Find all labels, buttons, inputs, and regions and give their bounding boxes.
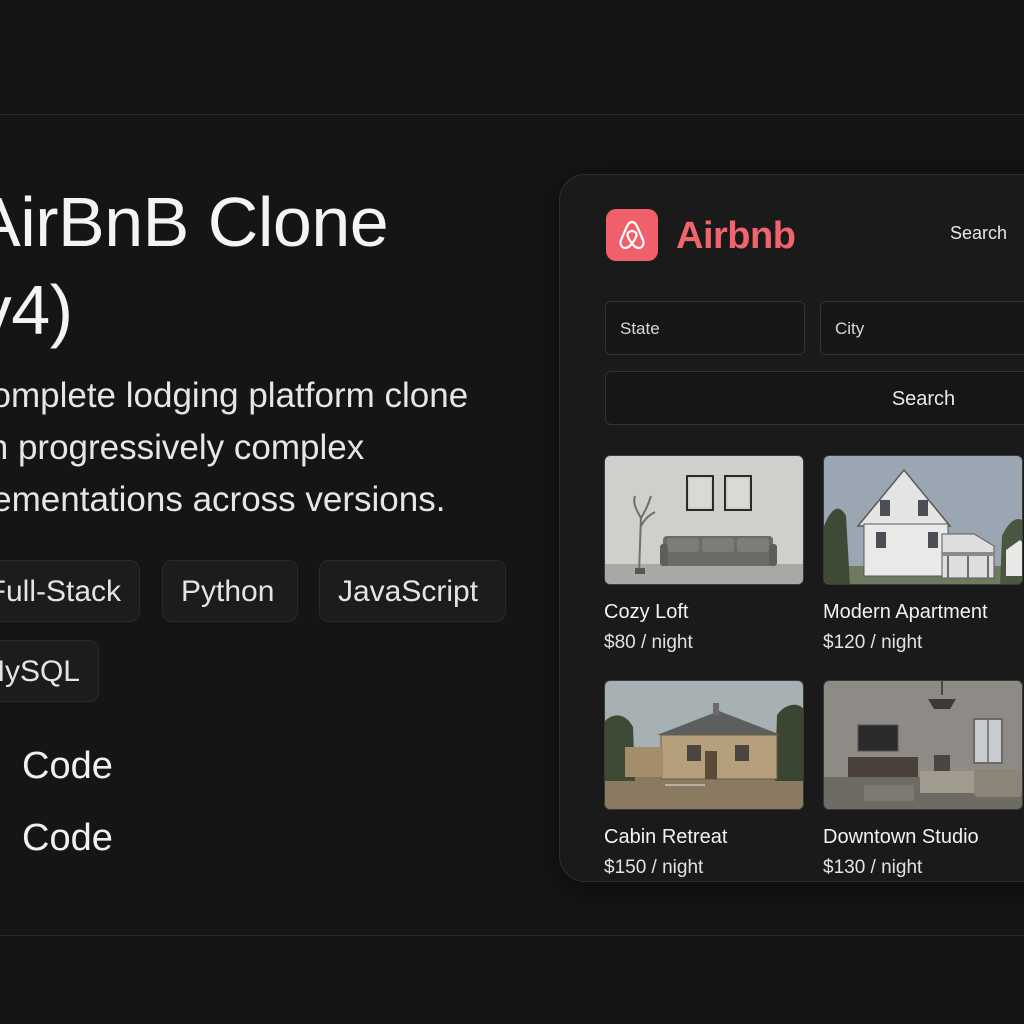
search-button[interactable]: Search — [605, 371, 1024, 425]
tag-mysql: MySQL — [0, 640, 99, 702]
listing-price: $80 / night — [604, 632, 693, 653]
brand-name[interactable]: Airbnb — [676, 213, 796, 259]
listing-name: Cabin Retreat — [604, 826, 728, 848]
listing-name: Downtown Studio — [823, 826, 979, 848]
project-title-line2: (v4) — [0, 271, 73, 349]
tag-javascript: JavaScript — [319, 560, 506, 622]
listing-card[interactable]: Cozy Loft $80 / night — [604, 455, 804, 656]
studio-interior-photo[interactable] — [823, 680, 1023, 810]
listing-card[interactable]: Modern Apartment $120 / night — [823, 455, 1023, 656]
listing-price: $120 / night — [823, 632, 923, 653]
listing-card[interactable]: Cabin Retreat $150 / night — [604, 680, 804, 881]
tag-full-stack: Full-Stack — [0, 560, 140, 622]
code-link[interactable]: Code — [22, 743, 113, 789]
city-input[interactable]: City — [820, 301, 1024, 355]
tag-python: Python — [162, 560, 298, 622]
state-input[interactable]: State — [605, 301, 805, 355]
project-title-line1: AirBnB Clone — [0, 183, 389, 261]
listing-price: $150 / night — [604, 857, 704, 878]
airbnb-logo-icon[interactable] — [606, 209, 658, 261]
listing-name: Cozy Loft — [604, 601, 689, 623]
cabin-photo[interactable] — [604, 680, 804, 810]
listing-name: Modern Apartment — [823, 601, 988, 623]
living-room-photo[interactable] — [604, 455, 804, 585]
description-line2: with progressively complex — [0, 428, 365, 467]
project-showcase-frame: AirBnB Clone (v4) complete lodging platf… — [0, 0, 1024, 1024]
nav-search-link[interactable]: Search — [950, 223, 1007, 244]
listing-card[interactable]: Downtown Studio $130 / night — [823, 680, 1023, 881]
tech-tags: Full-Stack Python JavaScript MySQL — [0, 560, 560, 720]
white-house-photo[interactable] — [823, 455, 1023, 585]
description-line1: complete lodging platform clone — [0, 376, 469, 415]
project-description: complete lodging platform clone with pro… — [0, 370, 574, 526]
project-title: AirBnB Clone (v4) — [0, 178, 389, 354]
listing-price: $130 / night — [823, 857, 923, 878]
description-line3: implementations across versions. — [0, 480, 446, 519]
code-link-secondary[interactable]: Code — [22, 815, 113, 861]
airbnb-preview-card: Airbnb Search State City Search Cozy Lof… — [559, 174, 1024, 882]
